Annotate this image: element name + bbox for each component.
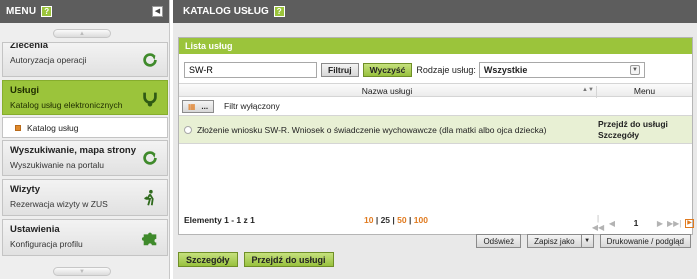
sort-icon[interactable]: ▲▼ [582, 87, 594, 93]
puzzle-icon [141, 232, 157, 245]
page-title: KATALOG USŁUG [183, 6, 269, 17]
details-link[interactable]: Szczegóły [598, 130, 668, 141]
menu-item-uslugi[interactable]: Usługi Katalog usług elektronicznych [2, 80, 168, 115]
services-icon [143, 92, 157, 107]
menu-item-title: Wyszukiwanie, mapa strony [10, 145, 137, 156]
menu-item-title: Wizyty [10, 184, 41, 195]
next-page-icon[interactable]: ▶ [653, 219, 667, 228]
menu-item-wizyty[interactable]: Wizyty Rezerwacja wizyty w ZUS [2, 179, 168, 216]
collapse-menu-icon[interactable]: ◀ [152, 6, 163, 17]
last-page-icon[interactable]: ▶▶| [667, 219, 681, 228]
bottom-actions: Szczegóły Przejdź do usługi [178, 252, 340, 267]
table-header: Nazwa usługi ▲▼ Menu [179, 83, 692, 98]
filter-button[interactable]: Filtruj [321, 63, 359, 77]
menu-item-subtitle: Autoryzacja operacji [10, 55, 87, 65]
page-size-option[interactable]: 25 [381, 215, 390, 225]
submenu-item-label: Katalog usług [27, 122, 79, 133]
pager: Elementy 1 - 1 z 1 10 | 25 | 50 | 100 |◀… [179, 213, 694, 232]
filter-state-row: ▦ ... Filtr wyłączony [179, 98, 692, 114]
page-size-option[interactable]: 50 [397, 215, 406, 225]
page-size-option[interactable]: 100 [414, 215, 428, 225]
details-button[interactable]: Szczegóły [178, 252, 238, 267]
menu-panel: MENU ? ◀ ▲ Zlecenia Autoryzacja operacji… [0, 0, 170, 279]
menu-header: MENU ? ◀ [0, 0, 169, 23]
service-name: Złożenie wniosku SW-R. Wniosek o świadcz… [197, 125, 547, 135]
goto-service-button[interactable]: Przejdź do usługi [243, 252, 334, 267]
page-size-option[interactable]: 10 [364, 215, 373, 225]
list-title: Lista usług [179, 38, 692, 54]
save-as-button[interactable]: Zapisz jako [527, 234, 582, 248]
goto-service-link[interactable]: Przejdź do usługi [598, 119, 668, 130]
service-type-label: Rodzaje usług: [416, 65, 476, 75]
submenu-item-katalog-uslug[interactable]: Katalog usług [2, 117, 168, 138]
goto-page-icon[interactable]: ▶ [685, 218, 694, 228]
table-actions: Odśwież Zapisz jako ▼ Drukowanie / podgl… [470, 234, 691, 248]
refresh-button[interactable]: Odśwież [476, 234, 522, 248]
content-panel: KATALOG USŁUG ? Lista usług Filtruj Wycz… [173, 0, 697, 279]
service-type-select[interactable]: Wszystkie ▼ [478, 62, 645, 78]
bullet-icon [15, 124, 21, 131]
save-as-split: Zapisz jako ▼ [527, 234, 594, 248]
service-type-value: Wszystkie [483, 65, 528, 75]
filter-toggle-button[interactable]: ▦ ... [182, 99, 214, 113]
column-header-name[interactable]: Nazwa usługi [179, 86, 595, 96]
menu-item-subtitle: Wyszukiwanie na portalu [10, 160, 104, 170]
menu-item-wyszukiwanie[interactable]: Wyszukiwanie, mapa strony Wyszukiwanie n… [2, 140, 168, 176]
menu-scroll-down-button[interactable]: ▼ [53, 267, 111, 276]
content-help-icon[interactable]: ? [273, 6, 285, 17]
menu-item-subtitle: Rezerwacja wizyty w ZUS [10, 199, 108, 209]
filter-icon: ▦ [187, 101, 196, 111]
menu-item-title: Ustawienia [10, 224, 60, 235]
menu-scroll-up-button[interactable]: ▲ [53, 29, 111, 38]
prev-page-icon[interactable]: ◀ [605, 219, 619, 228]
print-preview-button[interactable]: Drukowanie / podgląd [599, 234, 691, 248]
item-count: Elementy 1 - 1 z 1 [184, 215, 255, 225]
first-page-icon[interactable]: |◀◀ [591, 214, 605, 232]
chevron-down-icon[interactable]: ▼ [629, 65, 640, 75]
menu-item-title: Zlecenia [10, 42, 49, 51]
search-input[interactable] [184, 62, 317, 78]
menu-item-subtitle: Katalog usług elektronicznych [10, 100, 123, 110]
row-select-radio[interactable] [184, 126, 192, 134]
refresh-icon [143, 52, 157, 67]
walking-person-icon [144, 189, 154, 205]
menu-title: MENU [6, 6, 37, 17]
page-size-selector: 10 | 25 | 50 | 100 [364, 215, 428, 225]
menu-item-title: Usługi [10, 85, 40, 96]
content-header: KATALOG USŁUG ? [173, 0, 697, 23]
menu-help-icon[interactable]: ? [41, 6, 53, 17]
clear-button[interactable]: Wyczyść [362, 63, 413, 77]
chevron-down-icon[interactable]: ▼ [581, 234, 594, 248]
filter-toggle-label: ... [201, 101, 209, 111]
column-header-menu: Menu [596, 86, 692, 98]
filter-state-text: Filtr wyłączony [224, 101, 280, 111]
table-row[interactable]: Złożenie wniosku SW-R. Wniosek o świadcz… [179, 115, 692, 144]
row-menu: Przejdź do usługi Szczegóły [598, 119, 668, 141]
current-page: 1 [633, 218, 639, 228]
page-navigation: |◀◀ ◀ 1 ▶ ▶▶| ▶ [591, 214, 694, 232]
service-list-panel: Lista usług Filtruj Wyczyść Rodzaje usłu… [178, 37, 694, 235]
menu-item-ustawienia[interactable]: Ustawienia Konfiguracja profilu [2, 219, 168, 256]
filter-row: Filtruj Wyczyść Rodzaje usług: Wszystkie… [184, 62, 645, 78]
menu-item-zlecenia[interactable]: Zlecenia Autoryzacja operacji [2, 42, 168, 77]
menu-item-subtitle: Konfiguracja profilu [10, 239, 83, 249]
refresh-icon [143, 151, 157, 165]
